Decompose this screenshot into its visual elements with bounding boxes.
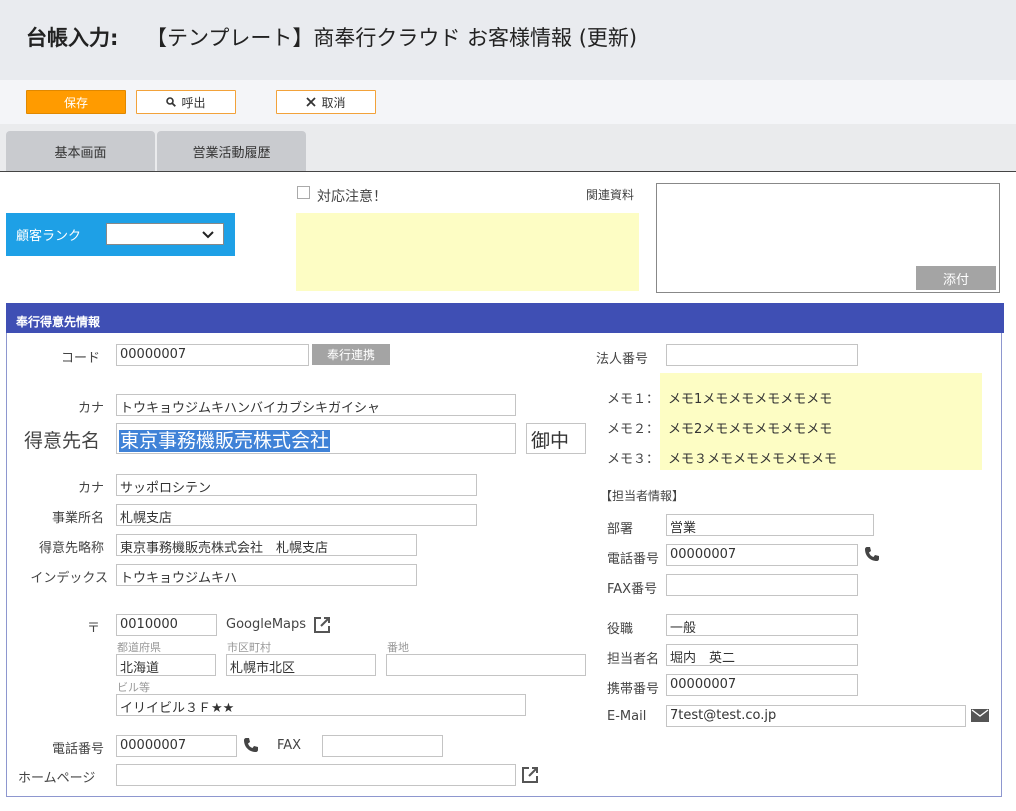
short-name-label: 得意先略称 (38, 541, 104, 556)
prefecture-label: 都道府県 (117, 641, 161, 654)
contact-phone-input[interactable]: 00000007 (666, 544, 858, 566)
customer-name-value: 東京事務機販売株式会社 (119, 430, 331, 452)
contact-fax-label: FAX番号 (607, 582, 658, 597)
homepage-label: ホームページ (18, 771, 96, 786)
page-title: 【テンプレート】商奉行クラウド お客様情報 (更新) (146, 26, 638, 50)
close-icon (306, 97, 317, 107)
related-docs-label: 関連資料 (586, 188, 635, 202)
contact-name-label: 担当者名 (607, 652, 660, 667)
google-maps-link[interactable]: GoogleMaps (226, 617, 306, 632)
mail-icon[interactable] (971, 709, 989, 722)
office-kana-input[interactable]: サッポロシテン (116, 474, 477, 496)
tab-divider (0, 171, 1016, 172)
index-label: インデックス (30, 571, 108, 586)
page-title-label: 台帳入力: (26, 26, 119, 50)
short-name-input[interactable]: 東京事務機販売株式会社 札幌支店 (116, 534, 417, 556)
customer-rank-label: 顧客ランク (16, 229, 82, 244)
customer-name-label: 得意先名 (24, 430, 101, 452)
memo2-value[interactable]: メモ2メモメモメモメモメモ (668, 418, 832, 437)
address-label: 番地 (387, 641, 409, 654)
contact-phone-label: 電話番号 (607, 552, 660, 567)
external-link-icon[interactable] (521, 766, 539, 784)
honorific-input[interactable]: 御中 (526, 423, 586, 454)
memo3-value[interactable]: メモ３メモメモメモメモメモ (668, 448, 837, 467)
phone-input[interactable]: 00000007 (116, 735, 237, 757)
zip-label: 〒 (86, 621, 100, 636)
homepage-input[interactable] (116, 764, 516, 786)
attention-textarea[interactable] (296, 213, 639, 291)
email-label: E-Mail (607, 709, 647, 724)
save-button-label: 保存 (63, 95, 88, 110)
building-input[interactable]: イリイビル３Ｆ★★ (116, 694, 526, 716)
attach-button[interactable]: 添付 (916, 266, 996, 290)
save-button[interactable]: 保存 (26, 90, 126, 114)
section-title: 奉行得意先情報 (16, 315, 101, 329)
office-kana-label: カナ (77, 481, 104, 496)
index-input[interactable]: トウキョウジムキハ (116, 564, 417, 586)
search-icon (166, 97, 177, 107)
contact-fax-input[interactable] (666, 574, 858, 596)
building-label: ビル等 (117, 681, 150, 694)
cancel-button[interactable]: 取消 (276, 90, 376, 114)
corporate-number-input[interactable] (666, 344, 858, 366)
mobile-label: 携帯番号 (607, 682, 660, 697)
customer-name-input[interactable]: 東京事務機販売株式会社 (116, 423, 516, 454)
code-label: コード (60, 351, 100, 366)
code-input[interactable]: 00000007 (116, 344, 309, 366)
attention-checkbox[interactable] (297, 186, 310, 199)
prefecture-input[interactable]: 北海道 (116, 654, 216, 676)
chevron-down-icon (202, 231, 214, 239)
call-button-label: 呼出 (181, 95, 206, 110)
corporate-number-label: 法人番号 (596, 352, 649, 367)
fax-label: FAX (277, 738, 302, 753)
tab-sales-history[interactable]: 営業活動履歴 (157, 131, 306, 172)
cancel-button-label: 取消 (321, 95, 346, 110)
phone-icon[interactable] (864, 546, 880, 562)
attention-label: 対応注意！ (317, 189, 387, 205)
role-label: 役職 (607, 622, 634, 637)
memo1-label: メモ１： (607, 392, 660, 407)
city-label: 市区町村 (227, 641, 271, 654)
email-input[interactable]: 7test@test.co.jp (666, 705, 966, 727)
kana-input[interactable]: トウキョウジムキハンバイカブシキガイシャ (116, 394, 516, 416)
fax-input[interactable] (322, 735, 443, 757)
contact-heading: 【担当者情報】 (600, 489, 685, 503)
department-label: 部署 (607, 522, 634, 537)
address-input[interactable] (386, 654, 586, 676)
phone-icon[interactable] (243, 737, 259, 753)
office-name-input[interactable]: 札幌支店 (116, 504, 477, 526)
office-name-label: 事業所名 (51, 511, 104, 526)
contact-name-input[interactable]: 堀内 英二 (666, 644, 858, 666)
phone-label: 電話番号 (51, 742, 104, 757)
memo1-value[interactable]: メモ1メモメモメモメモメモ (668, 388, 832, 407)
bugyo-sync-button[interactable]: 奉行連携 (312, 344, 390, 365)
memo2-label: メモ２： (607, 422, 660, 437)
department-input[interactable]: 営業 (666, 514, 874, 536)
city-input[interactable]: 札幌市北区 (226, 654, 376, 676)
call-button[interactable]: 呼出 (136, 90, 236, 114)
memo3-label: メモ３： (607, 452, 660, 467)
tab-basic[interactable]: 基本画面 (6, 131, 155, 172)
external-link-icon[interactable] (313, 616, 331, 634)
role-input[interactable]: 一般 (666, 614, 858, 636)
mobile-input[interactable]: 00000007 (666, 674, 858, 696)
zip-input[interactable]: 0010000 (116, 614, 217, 636)
section-header (6, 303, 1004, 333)
kana-label: カナ (77, 401, 104, 416)
